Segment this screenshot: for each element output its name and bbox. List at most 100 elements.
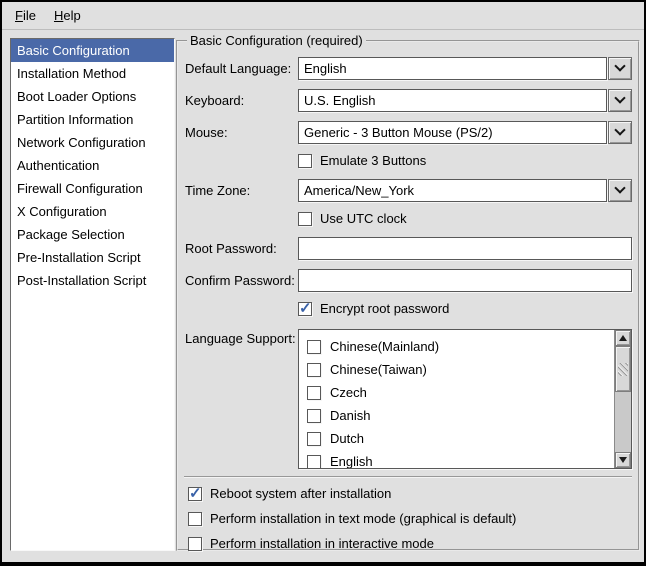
menu-file-label: ile: [23, 8, 36, 23]
mouse-dropdown-button[interactable]: [608, 121, 632, 144]
sidebar-item-label: Post-Installation Script: [17, 273, 146, 288]
list-item[interactable]: Chinese(Taiwan): [307, 358, 614, 381]
kickstart-configurator-window: File Help Basic Configuration Installati…: [0, 0, 646, 566]
sidebar-item-label: Authentication: [17, 158, 99, 173]
section-list: Basic Configuration Installation Method …: [10, 38, 175, 551]
sidebar-item-basic-configuration[interactable]: Basic Configuration: [11, 39, 174, 62]
sidebar-item-label: Partition Information: [17, 112, 133, 127]
encrypt-root-password-row: Encrypt root password: [298, 301, 632, 316]
chevron-down-icon: [614, 124, 625, 135]
sidebar-item-authentication[interactable]: Authentication: [11, 154, 174, 177]
keyboard-value[interactable]: U.S. English: [298, 89, 607, 112]
panel-separator: [184, 476, 632, 478]
interactive-mode-install-checkbox[interactable]: [188, 537, 202, 551]
sidebar-item-label: Basic Configuration: [17, 43, 130, 58]
mouse-combobox[interactable]: Generic - 3 Button Mouse (PS/2): [298, 121, 632, 144]
interactive-mode-install-label: Perform installation in interactive mode: [210, 536, 434, 551]
sidebar-item-label: Firewall Configuration: [17, 181, 143, 196]
encrypt-root-password-label: Encrypt root password: [320, 301, 449, 316]
time-zone-row: Time Zone: America/New_York: [185, 179, 632, 202]
reboot-after-install-checkbox[interactable]: [188, 487, 202, 501]
sidebar-item-label: Pre-Installation Script: [17, 250, 141, 265]
mouse-row: Mouse: Generic - 3 Button Mouse (PS/2): [185, 121, 632, 144]
chevron-down-icon: [614, 92, 625, 103]
scrollbar-up-button[interactable]: [615, 330, 631, 346]
language-czech-checkbox[interactable]: [307, 386, 321, 400]
confirm-password-input[interactable]: [298, 269, 632, 292]
emulate-3-buttons-checkbox[interactable]: [298, 154, 312, 168]
default-language-row: Default Language: English: [185, 57, 632, 80]
scrollbar-trough[interactable]: [615, 392, 631, 452]
language-support-label: Language Support:: [185, 329, 298, 469]
language-dutch-checkbox[interactable]: [307, 432, 321, 446]
time-zone-value[interactable]: America/New_York: [298, 179, 607, 202]
basic-configuration-panel: Basic Configuration (required) Default L…: [176, 33, 640, 551]
encrypt-root-password-checkbox[interactable]: [298, 302, 312, 316]
keyboard-combobox[interactable]: U.S. English: [298, 89, 632, 112]
sidebar-item-label: Installation Method: [17, 66, 126, 81]
language-support-row: Language Support: Chinese(Mainland) Chin…: [185, 329, 632, 469]
language-option-label: Danish: [330, 408, 370, 423]
time-zone-label: Time Zone:: [185, 179, 298, 202]
menu-help[interactable]: Help: [45, 2, 90, 29]
default-language-label: Default Language:: [185, 57, 298, 80]
keyboard-row: Keyboard: U.S. English: [185, 89, 632, 112]
default-language-dropdown-button[interactable]: [608, 57, 632, 80]
language-option-label: Dutch: [330, 431, 364, 446]
language-option-label: Chinese(Taiwan): [330, 362, 427, 377]
arrow-down-icon: [619, 457, 627, 463]
emulate-3-buttons-label: Emulate 3 Buttons: [320, 153, 426, 168]
language-option-label: Chinese(Mainland): [330, 339, 439, 354]
menubar: File Help: [2, 2, 644, 30]
list-item[interactable]: Czech: [307, 381, 614, 404]
root-password-label: Root Password:: [185, 237, 298, 260]
emulate-3-buttons-row: Emulate 3 Buttons: [298, 153, 632, 168]
time-zone-combobox[interactable]: America/New_York: [298, 179, 632, 202]
chevron-down-icon: [614, 60, 625, 71]
time-zone-dropdown-button[interactable]: [608, 179, 632, 202]
language-english-checkbox[interactable]: [307, 455, 321, 469]
list-item[interactable]: Chinese(Mainland): [307, 335, 614, 358]
list-item[interactable]: English: [307, 450, 614, 468]
mouse-value[interactable]: Generic - 3 Button Mouse (PS/2): [298, 121, 607, 144]
default-language-combobox[interactable]: English: [298, 57, 632, 80]
scrollbar-down-button[interactable]: [615, 452, 631, 468]
text-mode-install-checkbox[interactable]: [188, 512, 202, 526]
vertical-scrollbar[interactable]: [614, 330, 631, 468]
list-item[interactable]: Dutch: [307, 427, 614, 450]
keyboard-dropdown-button[interactable]: [608, 89, 632, 112]
use-utc-clock-checkbox[interactable]: [298, 212, 312, 226]
sidebar-item-partition-information[interactable]: Partition Information: [11, 108, 174, 131]
list-item[interactable]: Danish: [307, 404, 614, 427]
sidebar-item-post-installation-script[interactable]: Post-Installation Script: [11, 269, 174, 292]
confirm-password-row: Confirm Password:: [185, 269, 632, 292]
sidebar-item-boot-loader-options[interactable]: Boot Loader Options: [11, 85, 174, 108]
use-utc-clock-label: Use UTC clock: [320, 211, 407, 226]
root-password-input[interactable]: [298, 237, 632, 260]
menu-file[interactable]: File: [6, 2, 45, 29]
scrollbar-thumb[interactable]: [615, 346, 631, 392]
keyboard-label: Keyboard:: [185, 89, 298, 112]
default-language-value[interactable]: English: [298, 57, 607, 80]
sidebar-item-network-configuration[interactable]: Network Configuration: [11, 131, 174, 154]
language-danish-checkbox[interactable]: [307, 409, 321, 423]
sidebar-item-pre-installation-script[interactable]: Pre-Installation Script: [11, 246, 174, 269]
scrollbar-grip-icon: [618, 363, 628, 376]
confirm-password-label: Confirm Password:: [185, 269, 298, 292]
sidebar-item-package-selection[interactable]: Package Selection: [11, 223, 174, 246]
menu-help-label: elp: [63, 8, 80, 23]
language-chinese-taiwan-checkbox[interactable]: [307, 363, 321, 377]
panel-legend: Basic Configuration (required): [187, 33, 366, 48]
arrow-up-icon: [619, 335, 627, 341]
sidebar-item-firewall-configuration[interactable]: Firewall Configuration: [11, 177, 174, 200]
language-chinese-mainland-checkbox[interactable]: [307, 340, 321, 354]
sidebar-item-installation-method[interactable]: Installation Method: [11, 62, 174, 85]
root-password-row: Root Password:: [185, 237, 632, 260]
chevron-down-icon: [614, 182, 625, 193]
text-mode-install-label: Perform installation in text mode (graph…: [210, 511, 516, 526]
sidebar-item-label: Package Selection: [17, 227, 125, 242]
text-mode-install-row: Perform installation in text mode (graph…: [188, 511, 632, 526]
menu-file-mnemonic: F: [15, 8, 23, 23]
sidebar-item-x-configuration[interactable]: X Configuration: [11, 200, 174, 223]
language-option-label: Czech: [330, 385, 367, 400]
